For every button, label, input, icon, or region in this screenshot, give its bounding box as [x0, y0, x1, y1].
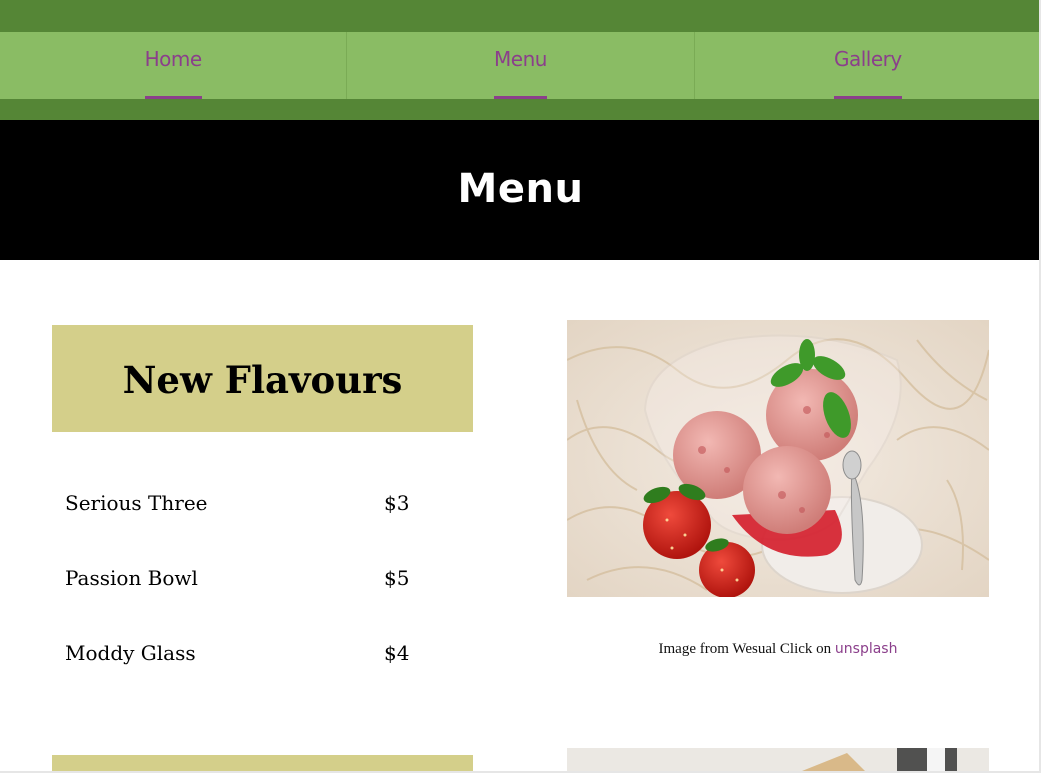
menu-item-name: Serious Three: [65, 491, 208, 515]
nav-label-menu[interactable]: Menu: [494, 46, 547, 103]
ice-cream-illustration: [567, 320, 989, 597]
page-banner: Menu: [0, 120, 1041, 260]
nav-item-gallery[interactable]: Gallery: [695, 32, 1041, 103]
menu-item-price: $3: [384, 491, 410, 515]
nav-item-home[interactable]: Home: [0, 32, 348, 103]
nav-label-gallery[interactable]: Gallery: [833, 46, 902, 103]
ice-cream-photo: [567, 320, 989, 597]
nav-item-menu[interactable]: Menu: [347, 32, 695, 103]
menu-item-name: Passion Bowl: [65, 566, 198, 590]
caption-text: Image from Wesual Click on: [658, 641, 835, 657]
photo-caption: Image from Wesual Click on unsplash: [567, 641, 989, 658]
menu-item-price: $5: [384, 566, 410, 590]
next-section-photo: [567, 748, 989, 773]
nav-top-strip: [0, 0, 1041, 32]
menu-item-price: $4: [384, 641, 410, 665]
menu-list: Serious Three $3 Passion Bowl $5 Moddy G…: [65, 486, 415, 711]
next-photo-illustration: [567, 748, 989, 773]
menu-item: Serious Three $3: [65, 486, 415, 561]
menu-item: Moddy Glass $4: [65, 636, 415, 711]
main-nav: Home Menu Gallery: [0, 32, 1041, 103]
section-header: New Flavours: [52, 325, 473, 432]
nav-bottom-strip: [0, 99, 1041, 120]
page-title: Menu: [457, 166, 584, 212]
section-title: New Flavours: [122, 357, 403, 402]
nav-label-home[interactable]: Home: [144, 46, 202, 103]
unsplash-link[interactable]: unsplash: [835, 641, 898, 657]
menu-item: Passion Bowl $5: [65, 561, 415, 636]
menu-item-name: Moddy Glass: [65, 641, 196, 665]
